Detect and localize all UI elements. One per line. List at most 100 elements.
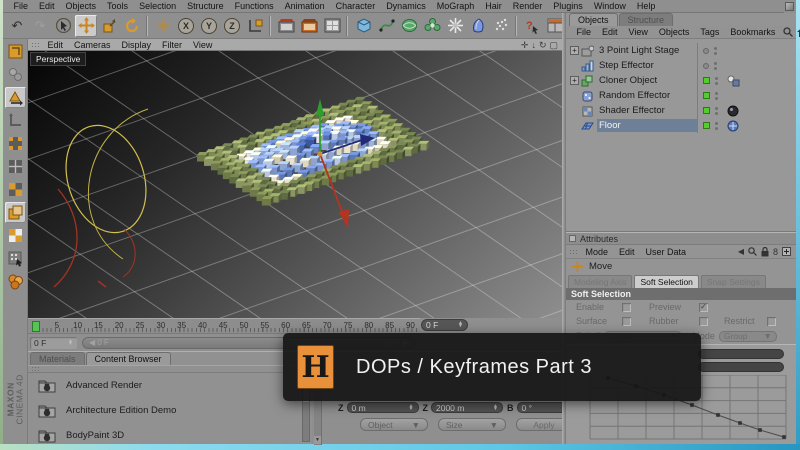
visibility-dots[interactable]	[715, 107, 718, 115]
coordinate-system-icon[interactable]	[244, 15, 266, 37]
tab-modeling-axis[interactable]: Modeling Axis	[568, 275, 632, 288]
mode-dropdown[interactable]: Group▼	[719, 331, 777, 342]
texture-axis-icon[interactable]	[5, 110, 26, 131]
search-icon[interactable]	[783, 27, 793, 37]
viewport-menu-item[interactable]: Display	[116, 40, 157, 50]
menu-item[interactable]: Tools	[102, 1, 134, 11]
tab-content-browser[interactable]: Content Browser	[86, 352, 171, 365]
object-manager-menu-item[interactable]: Tags	[695, 27, 725, 37]
object-tree-item[interactable]: + Step Effector	[566, 58, 796, 73]
menu-item[interactable]: Help	[631, 1, 661, 11]
browser-list-item[interactable]: BodyPaint 3D	[28, 423, 312, 444]
object-manager-menu-item[interactable]: Edit	[597, 27, 624, 37]
object-dropdown[interactable]: Object▼	[360, 418, 428, 431]
restrict-checkbox[interactable]: ✓	[767, 317, 776, 326]
rubber-checkbox[interactable]: ✓	[699, 317, 708, 326]
menu-item[interactable]: Edit	[34, 1, 61, 11]
camera-label[interactable]: Perspective	[30, 52, 86, 66]
enable-toggle[interactable]	[703, 122, 710, 129]
render-settings-icon[interactable]	[298, 15, 320, 37]
picture-viewer-icon[interactable]	[321, 15, 343, 37]
tab-objects[interactable]: Objects	[569, 13, 618, 26]
enable-checkbox[interactable]: ✓	[622, 303, 631, 312]
menu-item[interactable]: Dynamics	[381, 1, 432, 11]
drag-grip[interactable]	[31, 42, 40, 48]
enable-toggle[interactable]	[703, 92, 710, 99]
rotate-tool-icon[interactable]	[121, 15, 143, 37]
stepper-icon[interactable]: ▲▼	[68, 340, 73, 346]
menu-item[interactable]: Window	[588, 1, 631, 11]
viewport-canvas[interactable]: Perspective	[28, 51, 562, 318]
move-tool-icon[interactable]	[75, 15, 97, 37]
preview-checkbox[interactable]: ✓	[699, 303, 708, 312]
tab-structure[interactable]: Structure	[619, 13, 674, 26]
menu-item[interactable]: Objects	[60, 1, 102, 11]
polygons-mode-icon[interactable]	[5, 179, 26, 200]
last-tool-icon[interactable]	[152, 15, 174, 37]
menu-item[interactable]: MoGraph	[431, 1, 480, 11]
fcurve-field[interactable]	[698, 349, 784, 359]
coord-input[interactable]: 0 m▲▼	[347, 402, 419, 413]
object-tree-item-floor[interactable]: + Floor	[566, 118, 796, 133]
menu-item[interactable]: File	[8, 1, 34, 11]
live-selection-icon[interactable]	[52, 15, 74, 37]
menu-item[interactable]: Functions	[229, 1, 279, 11]
spline-icon[interactable]	[375, 15, 397, 37]
section-header[interactable]: Soft Selection	[566, 288, 796, 300]
zoom-view-icon[interactable]: ↓	[531, 40, 536, 50]
menu-item[interactable]: Plugins	[548, 1, 589, 11]
axis-lock-icon[interactable]	[5, 271, 26, 292]
drag-grip[interactable]	[31, 366, 40, 372]
make-editable-icon[interactable]	[5, 41, 26, 62]
lock-y-axis-icon[interactable]: Y	[198, 15, 220, 37]
deformer-icon[interactable]	[444, 15, 466, 37]
playhead[interactable]	[32, 321, 40, 332]
lock-icon[interactable]	[761, 247, 769, 257]
visibility-dots[interactable]	[715, 122, 718, 130]
shader-tag-icon[interactable]	[726, 105, 740, 117]
browser-list-item[interactable]: Advanced Render	[28, 373, 312, 398]
workplane-icon[interactable]	[5, 225, 26, 246]
expand-icon[interactable]: +	[570, 76, 579, 85]
object-manager-menu-item[interactable]: Objects	[653, 27, 695, 37]
viewport-menu-item[interactable]: Edit	[42, 40, 69, 50]
menu-item[interactable]: Animation	[279, 1, 330, 11]
attributes-menu-item[interactable]: Edit	[614, 247, 641, 257]
compositing-tag-icon[interactable]	[726, 120, 740, 132]
history-back-icon[interactable]: ◀	[738, 247, 744, 256]
edges-mode-icon[interactable]	[5, 156, 26, 177]
browser-list-item[interactable]: Architecture Edition Demo	[28, 398, 312, 423]
help-icon[interactable]: ?	[521, 15, 543, 37]
object-tree-item[interactable]: + 3 Point Light Stage	[566, 43, 796, 58]
link-icon[interactable]: 8	[773, 247, 778, 257]
lock-x-axis-icon[interactable]: X	[175, 15, 197, 37]
window-corner-icon[interactable]	[785, 2, 794, 11]
cube-primitive-icon[interactable]	[352, 15, 374, 37]
stepper-icon[interactable]: ▲▼	[493, 405, 498, 411]
tab-materials[interactable]: Materials	[30, 352, 85, 365]
enable-toggle[interactable]	[703, 63, 709, 69]
enable-toggle[interactable]	[703, 77, 710, 84]
render-view-icon[interactable]	[275, 15, 297, 37]
menu-item[interactable]: Selection	[134, 1, 182, 11]
maximize-view-icon[interactable]: ▢	[549, 40, 558, 51]
viewport-menu-item[interactable]: View	[188, 40, 218, 50]
undo-icon[interactable]: ↶	[6, 15, 28, 37]
current-frame-field[interactable]: 0 F▲▼	[30, 337, 77, 349]
environment-icon[interactable]	[467, 15, 489, 37]
visibility-dots[interactable]	[715, 92, 718, 100]
cloner-tag-icon[interactable]	[726, 75, 740, 87]
viewport-menu-item[interactable]: Cameras	[69, 40, 117, 50]
coord-input[interactable]: 2000 m▲▼	[431, 402, 503, 413]
texture-mode-icon[interactable]	[5, 202, 26, 223]
stepper-icon[interactable]: ▲▼	[409, 405, 414, 411]
object-mode-icon[interactable]	[5, 87, 26, 108]
tab-soft-selection[interactable]: Soft Selection	[634, 275, 698, 288]
lock-z-axis-icon[interactable]: Z	[221, 15, 243, 37]
viewport-menu-item[interactable]: Filter	[157, 40, 188, 50]
frame-field[interactable]: 0 F ▲▼	[421, 319, 468, 331]
mograph-modeling-icon[interactable]	[421, 15, 443, 37]
nurbs-icon[interactable]	[398, 15, 420, 37]
menu-item[interactable]: Render	[507, 1, 548, 11]
attributes-menu-item[interactable]: User Data	[640, 247, 692, 257]
